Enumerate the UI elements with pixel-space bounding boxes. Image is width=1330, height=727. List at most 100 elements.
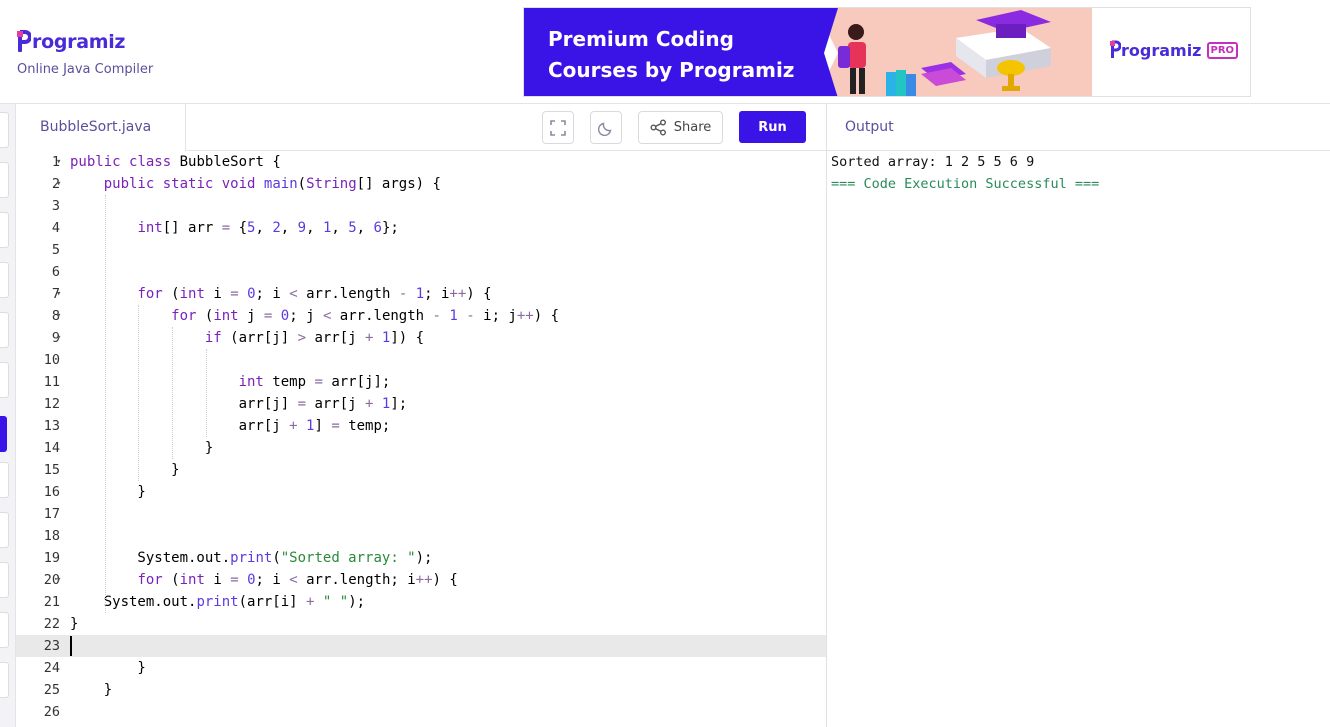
page-subtitle: Online Java Compiler <box>17 62 154 77</box>
panel-divider[interactable] <box>826 104 827 727</box>
code-line[interactable]: 20 ▾ for (int i = 0; i < arr.length; i++)… <box>16 569 826 591</box>
fold-toggle-icon[interactable]: ▾ <box>56 283 66 305</box>
programiz-logo[interactable]: rogramiz <box>17 28 125 56</box>
file-name: BubbleSort.java <box>40 119 152 135</box>
code-text: int[] arr = {5, 2, 9, 1, 5, 6}; <box>137 220 399 236</box>
fold-toggle-icon[interactable]: ▾ <box>56 305 66 327</box>
sidebar-item[interactable] <box>0 162 9 198</box>
code-text: } <box>70 484 146 500</box>
pro-badge: PRO <box>1206 41 1239 59</box>
output-header: Output <box>827 104 1330 151</box>
line-number: 19 <box>43 550 60 566</box>
banner-title: Premium Coding Courses by Programiz <box>548 24 818 86</box>
file-tab[interactable]: BubbleSort.java <box>16 104 186 151</box>
code-line[interactable]: 7 ▾ for (int i = 0; i < arr.length - 1; i… <box>16 283 826 305</box>
share-button[interactable]: Share <box>638 111 723 144</box>
code-line[interactable]: 23 <box>16 635 826 657</box>
code-text: for (int i = 0; i < arr.length; i++) { <box>137 572 458 588</box>
line-number: 6 <box>51 264 60 280</box>
line-number: 8 <box>51 308 60 324</box>
line-number: 7 <box>51 286 60 302</box>
code-text: if (arr[j] > arr[j + 1]) { <box>204 330 425 346</box>
code-line[interactable]: 6 <box>16 261 826 283</box>
line-number: 4 <box>51 220 60 236</box>
sidebar-item[interactable] <box>0 512 9 548</box>
line-number: 21 <box>43 594 60 610</box>
code-line[interactable]: 17 <box>16 503 826 525</box>
line-number: 12 <box>43 396 60 412</box>
logo-text: rogramiz <box>32 31 126 53</box>
code-line[interactable]: 21 System.out.print(arr[i] + " "); <box>16 591 826 613</box>
code-line[interactable]: 18 <box>16 525 826 547</box>
line-number: 10 <box>43 352 60 368</box>
line-number: 23 <box>43 638 60 654</box>
banner-illustration <box>816 8 1092 96</box>
share-icon <box>650 119 666 136</box>
text-cursor <box>70 636 72 656</box>
code-line[interactable]: 19 System.out.print("Sorted array: "); <box>16 547 826 569</box>
code-line[interactable]: 24 } <box>16 657 826 679</box>
indent-guide <box>172 327 174 459</box>
code-line[interactable]: 3 <box>16 195 826 217</box>
header: rogramiz Online Java Compiler Premium Co… <box>0 0 1330 104</box>
sidebar-item[interactable] <box>0 262 9 298</box>
fold-toggle-icon[interactable]: ▾ <box>56 327 66 349</box>
sidebar-item[interactable] <box>0 112 9 148</box>
fold-toggle-icon[interactable]: ▾ <box>56 173 66 195</box>
line-number: 2 <box>51 176 60 192</box>
ad-banner[interactable]: Premium Coding Courses by Programiz rogr… <box>523 7 1251 97</box>
fold-toggle-icon[interactable]: ▾ <box>56 151 66 173</box>
output-success-line: === Code Execution Successful === <box>831 176 1100 192</box>
sidebar-item-active[interactable] <box>0 416 7 452</box>
sidebar-item[interactable] <box>0 212 9 248</box>
code-line[interactable]: 5 <box>16 239 826 261</box>
programiz-pro-logo-icon <box>1110 40 1121 58</box>
line-number: 25 <box>43 682 60 698</box>
code-line[interactable]: 16 } <box>16 481 826 503</box>
sidebar-item[interactable] <box>0 562 9 598</box>
code-text: for (int i = 0; i < arr.length - 1; i++)… <box>137 286 492 302</box>
code-text: System.out.print("Sorted array: "); <box>70 550 433 566</box>
theme-toggle-button[interactable] <box>590 111 622 144</box>
indent-guide <box>138 305 140 481</box>
line-number: 26 <box>43 704 60 720</box>
code-editor[interactable]: 1 ▾ public class BubbleSort {2 ▾ public sta… <box>16 151 826 727</box>
left-sidebar <box>0 104 16 727</box>
sidebar-item[interactable] <box>0 612 9 648</box>
sidebar-item[interactable] <box>0 362 9 398</box>
editor-toolbar: BubbleSort.java Share Run <box>16 104 826 151</box>
code-text: } <box>70 660 146 676</box>
code-text: arr[j] = arr[j + 1]; <box>70 396 408 412</box>
code-line[interactable]: 4 int[] arr = {5, 2, 9, 1, 5, 6}; <box>16 217 826 239</box>
output-console[interactable]: Sorted array: 1 2 5 5 6 9 === Code Execu… <box>831 151 1326 195</box>
run-button[interactable]: Run <box>739 111 806 143</box>
code-line[interactable]: 1 ▾ public class BubbleSort { <box>16 151 826 173</box>
fold-toggle-icon[interactable]: ▾ <box>56 569 66 591</box>
share-label: Share <box>673 120 712 135</box>
line-number: 24 <box>43 660 60 676</box>
code-line[interactable]: 25 } <box>16 679 826 701</box>
code-line[interactable]: 22} <box>16 613 826 635</box>
indent-guide <box>104 195 106 613</box>
banner-title-line1: Premium Coding <box>548 27 734 51</box>
code-text: } <box>70 682 113 698</box>
sidebar-item[interactable] <box>0 312 9 348</box>
line-number: 18 <box>43 528 60 544</box>
sidebar-item[interactable] <box>0 462 9 498</box>
code-text: } <box>70 616 79 632</box>
code-text: public static void main(String[] args) { <box>103 176 441 192</box>
output-line: Sorted array: 1 2 5 5 6 9 <box>831 154 1035 170</box>
indent-guide <box>205 349 207 437</box>
sidebar-item[interactable] <box>0 662 9 698</box>
code-text: for (int j = 0; j < arr.length - 1 - i; … <box>171 308 560 324</box>
line-number: 9 <box>51 330 60 346</box>
line-number: 17 <box>43 506 60 522</box>
line-number: 14 <box>43 440 60 456</box>
line-number: 20 <box>43 572 60 588</box>
code-text: } <box>70 440 214 456</box>
code-text: int temp = arr[j]; <box>238 374 391 390</box>
code-text: public class BubbleSort { <box>70 154 281 170</box>
code-line[interactable]: 26 <box>16 701 826 723</box>
fullscreen-button[interactable] <box>542 111 574 144</box>
code-line[interactable]: 2 ▾ public static void main(String[] args… <box>16 173 826 195</box>
